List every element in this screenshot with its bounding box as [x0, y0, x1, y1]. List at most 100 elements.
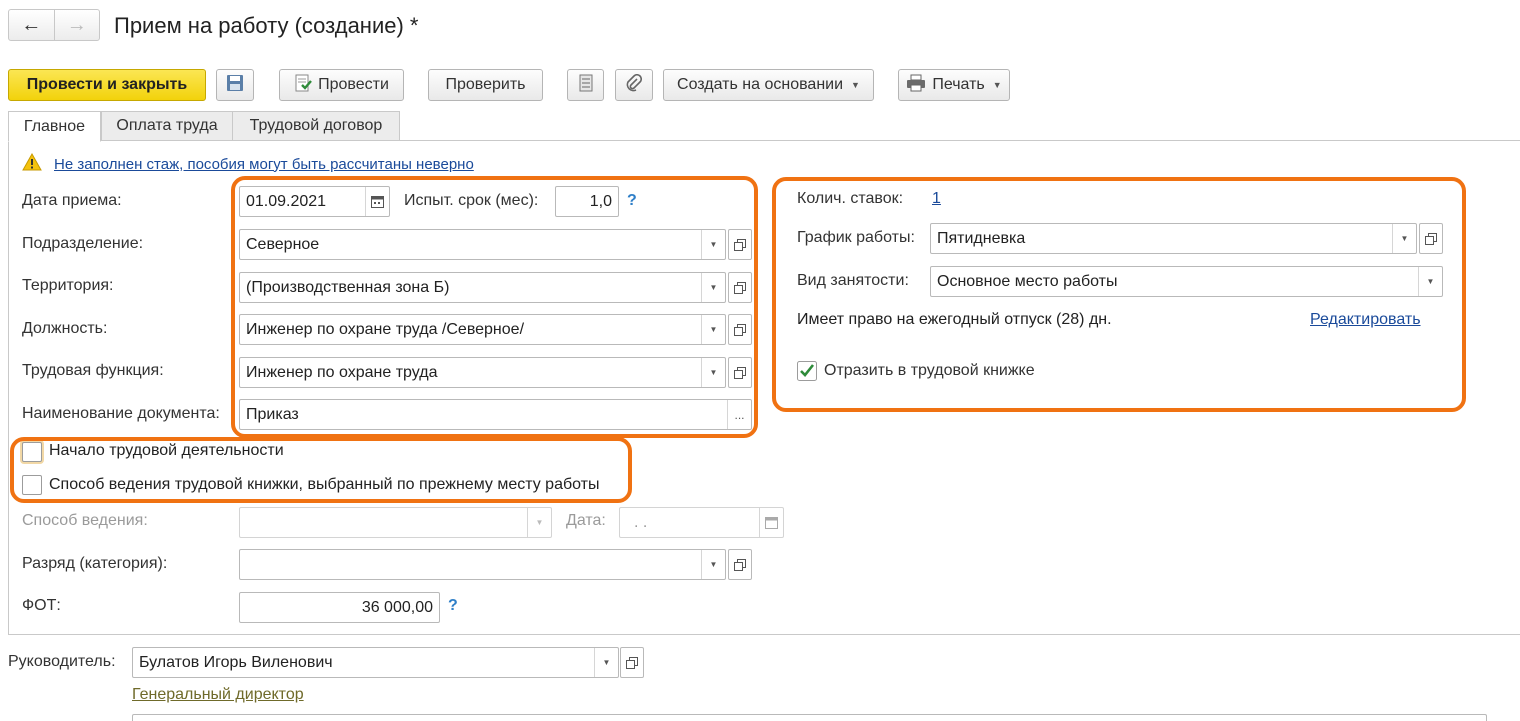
edit-link[interactable]: Редактировать	[1310, 311, 1421, 329]
save-button[interactable]	[216, 69, 254, 101]
workbook-reflect-label: Отразить в трудовой книжке	[824, 362, 1035, 379]
history-nav: ← →	[8, 9, 100, 41]
arrow-left-icon: ←	[21, 13, 42, 36]
attachment-button[interactable]	[615, 69, 653, 101]
labor-function-value: Инженер по охране труда	[246, 363, 438, 381]
create-based-on-button[interactable]: Создать на основании ▼	[663, 69, 874, 101]
check-label: Проверить	[445, 76, 526, 93]
rates-label: Колич. ставок:	[797, 190, 904, 207]
hire-date-field[interactable]: 01.09.2021	[239, 186, 390, 217]
rates-link[interactable]: 1	[932, 190, 941, 208]
tab-label: Главное	[23, 117, 86, 135]
probation-field[interactable]: 1,0	[555, 186, 619, 217]
dropdown-arrow-icon[interactable]: ▼	[1392, 224, 1416, 253]
dropdown-arrow-icon[interactable]: ▼	[701, 550, 725, 579]
date-value: . .	[634, 513, 648, 531]
print-label: Печать	[932, 76, 985, 93]
department-field[interactable]: Северное ▼	[239, 229, 726, 260]
territory-field[interactable]: (Производственная зона Б) ▼	[239, 272, 726, 303]
help-icon[interactable]: ?	[627, 192, 637, 210]
payroll-value: 36 000,00	[361, 598, 433, 616]
manager-title-link[interactable]: Генеральный директор	[132, 686, 304, 704]
career-start-checkbox[interactable]	[22, 442, 42, 462]
post-label: Провести	[318, 76, 389, 93]
calendar-icon[interactable]	[365, 187, 389, 216]
next-field[interactable]	[132, 714, 1487, 721]
territory-value: (Производственная зона Б)	[246, 278, 450, 296]
post-and-close-button[interactable]: Провести и закрыть	[8, 69, 206, 101]
caret-down-icon: ▼	[992, 80, 1002, 90]
dropdown-arrow-icon[interactable]: ▼	[701, 358, 725, 387]
dropdown-arrow-icon[interactable]: ▼	[1418, 267, 1442, 296]
warning-message: Не заполнен стаж, пособия могут быть рас…	[22, 152, 474, 175]
hire-date-label: Дата приема:	[22, 192, 122, 209]
list-icon	[579, 74, 593, 97]
dropdown-arrow-icon[interactable]: ▼	[594, 648, 618, 677]
probation-value: 1,0	[589, 192, 612, 210]
department-value: Северное	[246, 235, 320, 253]
create-based-on-label: Создать на основании	[677, 76, 844, 93]
position-field[interactable]: Инженер по охране труда /Северное/ ▼	[239, 314, 726, 345]
page-title: Прием на работу (создание) *	[114, 13, 419, 38]
dropdown-arrow-icon[interactable]: ▼	[701, 315, 725, 344]
grade-field[interactable]: ▼	[239, 549, 726, 580]
panel-border	[8, 140, 9, 634]
post-button[interactable]: Провести	[279, 69, 404, 101]
keeping-method-field: ▼	[239, 507, 552, 538]
date-label: Дата:	[566, 512, 606, 529]
warning-link[interactable]: Не заполнен стаж, пособия могут быть рас…	[54, 156, 474, 173]
open-icon[interactable]	[728, 549, 752, 580]
labor-function-label: Трудовая функция:	[22, 362, 164, 379]
tab-payment[interactable]: Оплата труда	[101, 111, 233, 141]
check-button[interactable]: Проверить	[428, 69, 543, 101]
open-icon[interactable]	[620, 647, 644, 678]
employment-type-value: Основное место работы	[937, 272, 1118, 290]
labor-function-field[interactable]: Инженер по охране труда ▼	[239, 357, 726, 388]
panel-border	[8, 634, 1520, 635]
schedule-value: Пятидневка	[937, 229, 1026, 247]
manager-label: Руководитель:	[8, 653, 116, 670]
post-and-close-label: Провести и закрыть	[26, 76, 188, 93]
tab-main[interactable]: Главное	[8, 111, 101, 142]
printer-icon	[906, 74, 926, 97]
schedule-label: График работы:	[797, 229, 915, 246]
career-start-label: Начало трудовой деятельности	[49, 442, 284, 459]
open-icon[interactable]	[728, 357, 752, 388]
employment-type-field[interactable]: Основное место работы ▼	[930, 266, 1443, 297]
tab-label: Оплата труда	[116, 117, 218, 134]
schedule-field[interactable]: Пятидневка ▼	[930, 223, 1417, 254]
doc-name-value: Приказ	[246, 405, 299, 423]
date-field: . .	[619, 507, 784, 538]
doc-name-field[interactable]: Приказ ...	[239, 399, 752, 430]
open-icon[interactable]	[1419, 223, 1443, 254]
doc-name-label: Наименование документа:	[22, 405, 220, 422]
probation-label: Испыт. срок (мес):	[404, 192, 539, 209]
hire-date-value: 01.09.2021	[246, 192, 327, 210]
open-icon[interactable]	[728, 314, 752, 345]
open-icon[interactable]	[728, 229, 752, 260]
payroll-field[interactable]: 36 000,00	[239, 592, 440, 623]
dropdown-arrow-icon[interactable]: ▼	[701, 273, 725, 302]
tab-contract[interactable]: Трудовой договор	[232, 111, 400, 141]
forward-button[interactable]: →	[55, 10, 100, 40]
manager-field[interactable]: Булатов Игорь Виленович ▼	[132, 647, 619, 678]
keeping-method-label: Способ ведения:	[22, 512, 148, 529]
employment-type-label: Вид занятости:	[797, 272, 909, 289]
position-value: Инженер по охране труда /Северное/	[246, 320, 525, 338]
manager-value: Булатов Игорь Виленович	[139, 653, 333, 671]
ellipsis-icon[interactable]: ...	[727, 400, 751, 429]
help-icon[interactable]: ?	[448, 597, 458, 615]
dropdown-arrow-icon: ▼	[527, 508, 551, 537]
territory-label: Территория:	[22, 277, 114, 294]
floppy-disk-icon	[226, 74, 244, 97]
dropdown-arrow-icon[interactable]: ▼	[701, 230, 725, 259]
warning-icon	[22, 152, 42, 175]
back-button[interactable]: ←	[9, 10, 55, 40]
workbook-method-prev-checkbox[interactable]	[22, 475, 42, 495]
print-button[interactable]: Печать ▼	[898, 69, 1010, 101]
list-button[interactable]	[567, 69, 604, 101]
workbook-reflect-checkbox[interactable]	[797, 361, 817, 381]
open-icon[interactable]	[728, 272, 752, 303]
calendar-icon	[759, 508, 783, 537]
department-label: Подразделение:	[22, 235, 144, 252]
